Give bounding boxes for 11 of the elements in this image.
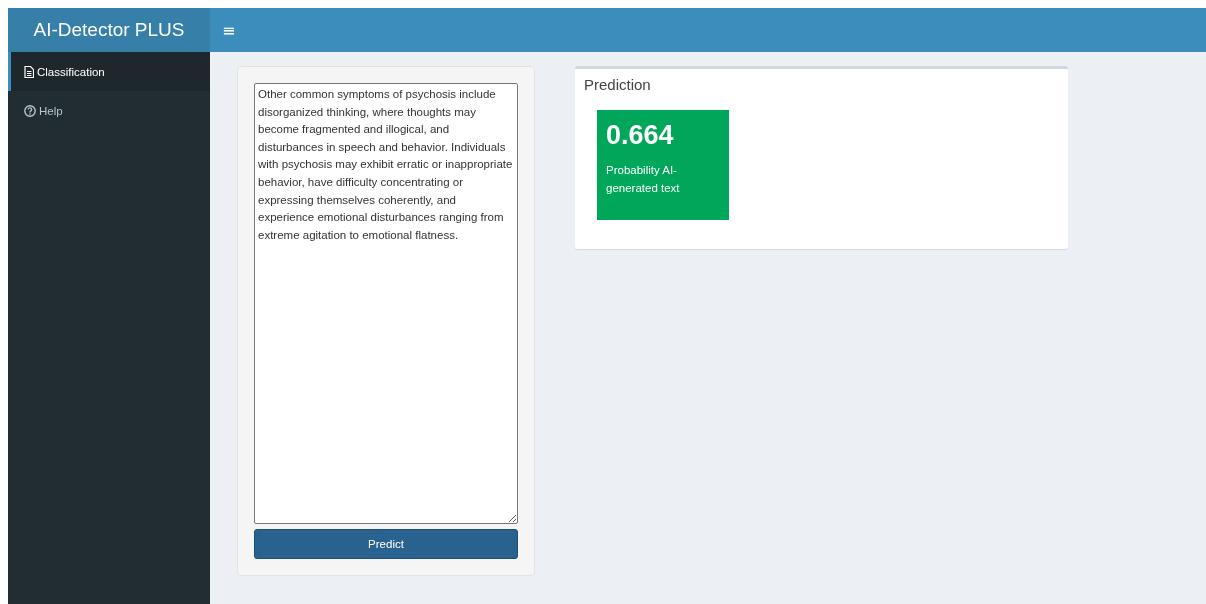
help-icon — [24, 104, 36, 117]
document-icon — [24, 65, 34, 78]
probability-value: 0.664 — [606, 120, 675, 151]
menu-toggle-button[interactable]: ≡ — [214, 20, 244, 40]
app-logo: AI-Detector PLUS — [8, 8, 210, 52]
card-title: Prediction — [583, 75, 652, 95]
value-caption: Probability AI-generated text — [606, 163, 681, 196]
sidebar-item[interactable]: Help — [8, 91, 210, 130]
predict-button[interactable]: Predict — [254, 529, 518, 559]
sidebar-item[interactable]: Classification — [8, 52, 210, 91]
text-input[interactable]: Other common symptoms of psychosis include disorganized thinking, where thoughts may become fragmented and illogical, and disturbances in speech and behavior. Individuals with psychosis may exhibit erratic or inappropriate behavior, have difficulty concentrating or expressing themselves coherently, and experience emotional disturbances ranging from extreme agitation to emotional flatness. — [254, 83, 518, 524]
